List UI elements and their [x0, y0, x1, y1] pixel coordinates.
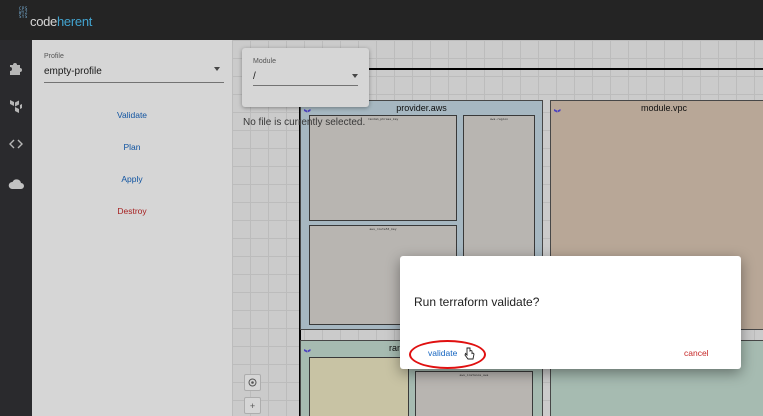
dialog-title: Run terraform validate? [414, 295, 540, 309]
pointer-cursor-icon [464, 347, 475, 360]
cancel-button[interactable]: cancel [684, 348, 709, 358]
